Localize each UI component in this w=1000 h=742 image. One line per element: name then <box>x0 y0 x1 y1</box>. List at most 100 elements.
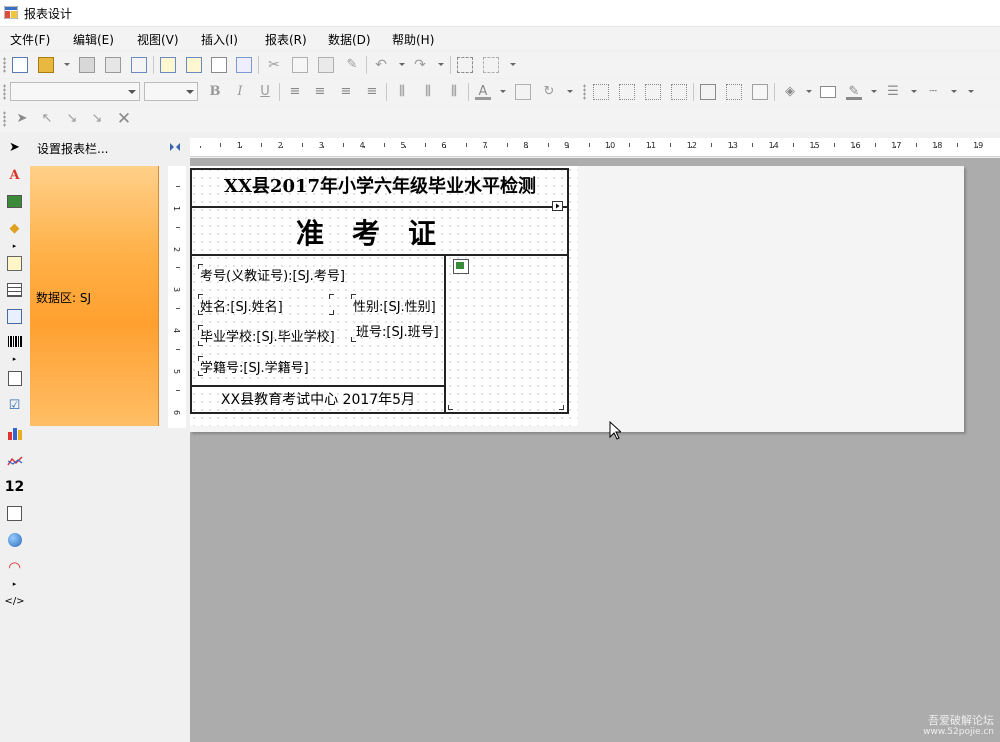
report-subtitle[interactable]: 准考证 <box>192 212 568 252</box>
band-handle-icon[interactable] <box>552 201 564 212</box>
line-style-icon[interactable]: ┄ <box>925 84 941 100</box>
exam-number-field[interactable]: 考号(义教证号):[SJ.考号] <box>200 265 440 284</box>
report-footer[interactable]: XX县教育考试中心 2017年5月 <box>192 389 444 409</box>
menu-data[interactable]: 数据(D) <box>328 31 371 48</box>
rotate-icon[interactable]: ↻ <box>541 84 557 100</box>
photo-image-icon[interactable] <box>453 259 469 274</box>
text-box-tool-icon[interactable] <box>6 505 23 522</box>
menu-report[interactable]: 报表(R) <box>265 31 307 48</box>
menu-view[interactable]: 视图(V) <box>137 31 179 48</box>
font-color-icon[interactable]: A <box>475 84 491 100</box>
print-preview-icon[interactable] <box>131 57 147 73</box>
format-painter-icon[interactable]: ✎ <box>344 57 360 73</box>
richtext-tool-icon[interactable] <box>6 370 23 387</box>
italic-icon[interactable]: I <box>232 84 248 100</box>
fill-color-icon[interactable]: ◈ <box>782 84 798 100</box>
line-color-dropdown-icon[interactable] <box>871 90 877 93</box>
image-tool-icon[interactable] <box>6 193 23 210</box>
sparkline-tool-icon[interactable] <box>6 452 23 469</box>
open-dropdown-icon[interactable] <box>64 63 70 66</box>
align-center-icon[interactable]: ≡ <box>312 84 328 100</box>
map-tool-icon[interactable] <box>6 531 23 548</box>
html-tool-icon[interactable]: </> <box>4 593 24 610</box>
text-tool-icon[interactable]: A <box>6 167 23 184</box>
valign-middle-icon[interactable]: ⫼ <box>420 84 436 100</box>
open-folder-icon[interactable] <box>38 57 54 73</box>
select-arrow-icon[interactable]: ➤ <box>14 111 30 127</box>
ungroup-icon[interactable] <box>483 57 499 73</box>
toolbar-grip[interactable] <box>3 111 6 127</box>
border-all-icon[interactable] <box>700 84 716 100</box>
group-icon[interactable] <box>457 57 473 73</box>
undo-icon[interactable]: ↶ <box>373 57 389 73</box>
menu-help[interactable]: 帮助(H) <box>392 31 434 48</box>
border-outer-icon[interactable] <box>726 84 742 100</box>
text-box-icon[interactable] <box>515 84 531 100</box>
bold-icon[interactable]: B <box>207 84 223 100</box>
page-setup-icon[interactable] <box>186 57 202 73</box>
arrow-se-icon[interactable]: ↘ <box>64 111 80 127</box>
class-field[interactable]: 班号:[SJ.班号] <box>356 321 446 340</box>
toolbar-overflow-icon[interactable] <box>510 63 516 66</box>
font-color-dropdown-icon[interactable] <box>500 90 506 93</box>
expand-arrow-icon[interactable]: ▸ <box>6 575 23 592</box>
underline-icon[interactable]: U <box>257 84 273 100</box>
gauge-tool-icon[interactable]: ◠ <box>6 558 23 576</box>
subreport-tool-icon[interactable] <box>6 255 23 272</box>
copy-icon[interactable] <box>292 57 308 73</box>
line-color-icon[interactable]: ✎ <box>846 84 862 100</box>
barcode-tool-icon[interactable] <box>6 333 23 350</box>
new-page-icon[interactable] <box>160 57 176 73</box>
matrix-tool-icon[interactable] <box>6 308 23 325</box>
line-width-icon[interactable]: ☰ <box>885 84 901 100</box>
align-right-icon[interactable]: ≡ <box>338 84 354 100</box>
line-width-dropdown-icon[interactable] <box>911 90 917 93</box>
pointer-tool-icon[interactable]: ➤ <box>6 139 23 156</box>
fill-color-dropdown-icon[interactable] <box>806 90 812 93</box>
border-inner-icon[interactable] <box>619 84 635 100</box>
number-tool-icon[interactable]: 12 <box>5 478 24 495</box>
border-none-icon[interactable] <box>593 84 609 100</box>
toolbar-grip[interactable] <box>3 57 6 73</box>
border-left-icon[interactable] <box>645 84 661 100</box>
chart-tool-icon[interactable] <box>6 424 23 441</box>
toolbar-grip[interactable] <box>3 84 6 100</box>
table-tool-icon[interactable] <box>6 281 23 298</box>
checkbox-tool-icon[interactable]: ☑ <box>6 397 23 414</box>
band-settings-link[interactable]: 设置报表栏... <box>37 140 108 157</box>
valign-bottom-icon[interactable]: ⫼ <box>446 84 462 100</box>
toolbar-overflow-icon[interactable] <box>968 90 974 93</box>
gender-field[interactable]: 性别:[SJ.性别] <box>353 296 446 315</box>
undo-dropdown-icon[interactable] <box>399 63 405 66</box>
paste-icon[interactable] <box>318 57 334 73</box>
report-title[interactable]: XX县2017年小学六年级毕业水平检测 <box>192 172 568 198</box>
toolbar-overflow-icon[interactable] <box>567 90 573 93</box>
frame-icon[interactable] <box>820 86 836 98</box>
font-name-combo[interactable] <box>10 82 140 101</box>
menu-insert[interactable]: 插入(I) <box>201 31 238 48</box>
ruler-toggle-icon[interactable] <box>160 136 190 158</box>
toolbar-grip[interactable] <box>583 84 586 100</box>
school-field[interactable]: 毕业学校:[SJ.毕业学校] <box>200 326 354 345</box>
expand-arrow-icon[interactable]: ▸ <box>6 350 23 367</box>
border-right-icon[interactable] <box>671 84 687 100</box>
image-icon[interactable] <box>752 84 768 100</box>
cut-icon[interactable]: ✂ <box>266 57 282 73</box>
name-field[interactable]: 姓名:[SJ.姓名] <box>200 296 332 315</box>
save-all-icon[interactable] <box>105 57 121 73</box>
shape-tool-icon[interactable]: ◆ <box>6 220 23 237</box>
menu-file[interactable]: 文件(F) <box>10 31 50 48</box>
arrow-se-icon[interactable]: ↘ <box>89 111 105 127</box>
save-icon[interactable] <box>79 57 95 73</box>
student-id-field[interactable]: 学籍号:[SJ.学籍号] <box>200 357 440 376</box>
justify-icon[interactable]: ≡ <box>364 84 380 100</box>
redo-dropdown-icon[interactable] <box>438 63 444 66</box>
font-size-combo[interactable] <box>144 82 198 101</box>
menu-edit[interactable]: 编辑(E) <box>73 31 114 48</box>
new-report-icon[interactable] <box>12 57 28 73</box>
arrow-nw-icon[interactable]: ↖ <box>39 111 55 127</box>
valign-top-icon[interactable]: ⫼ <box>394 84 410 100</box>
expand-arrow-icon[interactable]: ▸ <box>6 237 23 254</box>
redo-icon[interactable]: ↷ <box>412 57 428 73</box>
delete-page-icon[interactable] <box>211 57 227 73</box>
